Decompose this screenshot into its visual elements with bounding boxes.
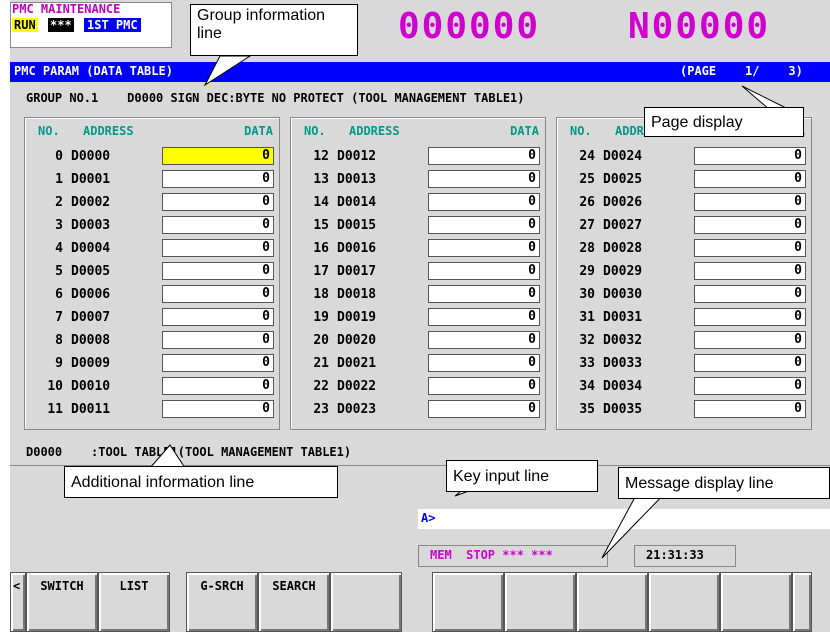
key-callout: Key input line — [446, 460, 598, 492]
page-callout: Page display — [644, 107, 804, 137]
additional-callout-pointer — [148, 444, 186, 469]
callout-pointers — [148, 55, 791, 559]
message-callout: Message display line — [618, 467, 830, 499]
group-callout-pointer — [203, 55, 252, 87]
additional-callout: Additional information line — [64, 466, 338, 498]
group-callout: Group information line — [190, 4, 358, 56]
